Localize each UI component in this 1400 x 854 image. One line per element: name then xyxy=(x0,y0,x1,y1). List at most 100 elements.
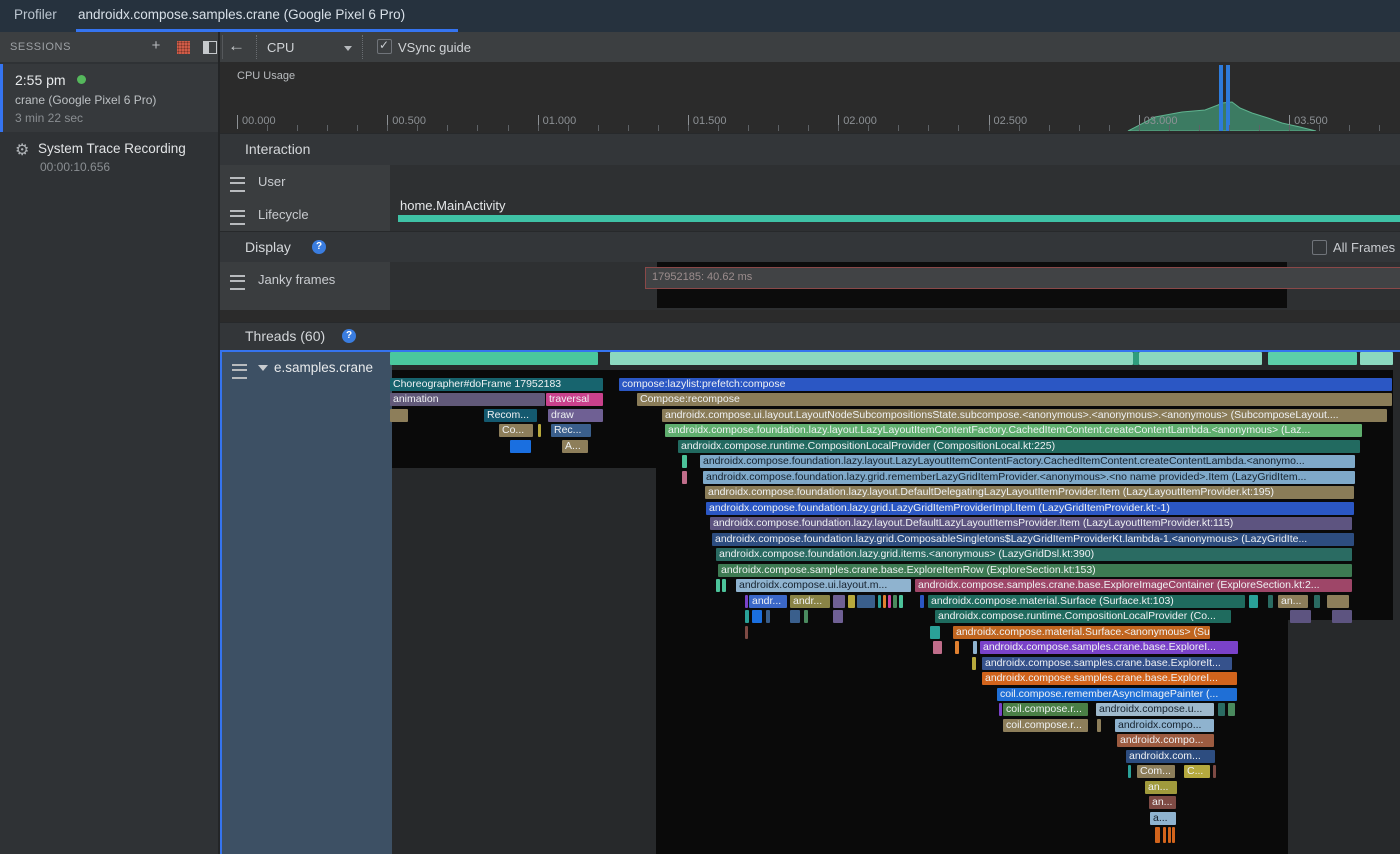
flame-bar-sliver[interactable] xyxy=(857,595,875,608)
flame-bar[interactable]: androidx.compose.runtime.CompositionLoca… xyxy=(935,610,1231,623)
flame-bar[interactable]: A... xyxy=(562,440,588,453)
flame-bar[interactable]: androidx.compose.foundation.lazy.grid.re… xyxy=(703,471,1355,484)
flame-bar[interactable]: traversal xyxy=(546,393,603,406)
flame-bar[interactable]: androidx.compose.foundation.lazy.layout.… xyxy=(705,486,1354,499)
flame-bar-sliver[interactable] xyxy=(390,352,598,365)
flame-bar[interactable]: androidx.compose.samples.crane.base.Expl… xyxy=(982,672,1237,685)
flame-bar[interactable]: coil.compose.rememberAsyncImagePainter (… xyxy=(997,688,1237,701)
flame-bar[interactable]: a... xyxy=(1150,812,1176,825)
flame-bar-sliver[interactable] xyxy=(933,641,942,654)
flame-bar[interactable]: androidx.compose.foundation.lazy.grid.Co… xyxy=(712,533,1354,546)
flame-bar-sliver[interactable] xyxy=(745,595,748,608)
all-frames-checkbox[interactable] xyxy=(1312,240,1327,255)
flame-bar-sliver[interactable] xyxy=(1314,595,1320,608)
flame-bar[interactable]: androidx.compose.foundation.lazy.layout.… xyxy=(710,517,1352,530)
flame-bar-sliver[interactable] xyxy=(893,595,897,608)
flame-bar-sliver[interactable] xyxy=(1268,352,1357,365)
drag-handle-icon[interactable] xyxy=(232,364,247,379)
flame-bar-sliver[interactable] xyxy=(930,626,940,639)
flame-bar-sliver[interactable] xyxy=(883,595,886,608)
flame-bar[interactable]: Choreographer#doFrame 17952183 xyxy=(390,378,603,391)
flame-bar-sliver[interactable] xyxy=(722,579,726,592)
flame-bar[interactable]: an... xyxy=(1149,796,1176,809)
flame-bar[interactable]: androidx.compose.samples.crane.base.Expl… xyxy=(718,564,1352,577)
back-arrow-icon[interactable]: ← xyxy=(228,36,245,56)
flame-bar-sliver[interactable] xyxy=(390,409,408,422)
flame-bar[interactable]: coil.compose.r... xyxy=(1003,703,1088,716)
flame-bar-sliver[interactable] xyxy=(920,595,924,608)
flame-bar-sliver[interactable] xyxy=(1268,595,1273,608)
flame-bar[interactable]: an... xyxy=(1145,781,1177,794)
collapse-thread-icon[interactable] xyxy=(258,365,268,371)
flame-bar-sliver[interactable] xyxy=(955,641,959,654)
selection-range-handle[interactable] xyxy=(1219,65,1223,131)
flame-bar-sliver[interactable] xyxy=(888,595,891,608)
flame-bar[interactable]: andr... xyxy=(749,595,787,608)
flame-bar-sliver[interactable] xyxy=(1327,595,1349,608)
tab-profiler[interactable]: Profiler xyxy=(0,0,71,29)
flame-bar[interactable]: androidx.compose.ui.layout.m... xyxy=(736,579,911,592)
flame-bar-sliver[interactable] xyxy=(1128,765,1131,778)
flame-bar-sliver[interactable] xyxy=(999,703,1002,716)
flame-bar-sliver[interactable] xyxy=(899,595,903,608)
flame-bar-sliver[interactable] xyxy=(972,657,976,670)
flame-bar[interactable]: Com... xyxy=(1137,765,1175,778)
flame-bar[interactable]: Rec... xyxy=(551,424,591,437)
flame-bar-sliver[interactable] xyxy=(848,595,855,608)
add-session-icon[interactable]: + xyxy=(147,37,165,55)
flame-bar-sliver[interactable] xyxy=(1155,827,1160,843)
flame-bar[interactable]: Co... xyxy=(499,424,533,437)
flame-bar[interactable]: androidx.compo... xyxy=(1117,734,1214,747)
flame-bar[interactable]: androidx.compose.material.Surface (Surfa… xyxy=(928,595,1245,608)
flame-bar[interactable]: androidx.compose.u... xyxy=(1096,703,1214,716)
flame-bar-sliver[interactable] xyxy=(1218,703,1225,716)
flame-bar[interactable]: androidx.compose.foundation.lazy.layout.… xyxy=(700,455,1355,468)
help-icon[interactable]: ? xyxy=(312,240,326,254)
flame-bar[interactable]: Recom... xyxy=(484,409,537,422)
flame-bar[interactable]: animation xyxy=(390,393,545,406)
flame-bar-sliver[interactable] xyxy=(538,424,541,437)
selection-range-handle[interactable] xyxy=(1226,65,1230,131)
flame-bar-sliver[interactable] xyxy=(833,595,845,608)
chevron-down-icon[interactable] xyxy=(344,46,352,51)
flame-bar-sliver[interactable] xyxy=(745,626,748,639)
session-artifact[interactable]: ⚙ System Trace Recording 00:00:10.656 xyxy=(0,134,218,180)
flame-bar-sliver[interactable] xyxy=(1228,703,1235,716)
flame-bar[interactable]: androidx.compose.samples.crane.base.Expl… xyxy=(980,641,1238,654)
flame-bar-sliver[interactable] xyxy=(1290,610,1311,623)
flame-bar-sliver[interactable] xyxy=(790,610,800,623)
flame-bar-sliver[interactable] xyxy=(1163,827,1166,843)
flame-bar[interactable]: androidx.compose.material.Surface.<anony… xyxy=(953,626,1210,639)
flame-bar[interactable]: androidx.compose.samples.crane.base.Expl… xyxy=(915,579,1352,592)
flame-bar[interactable]: androidx.compose.foundation.lazy.grid.it… xyxy=(716,548,1352,561)
flame-bar[interactable]: compose:lazylist:prefetch:compose xyxy=(619,378,1392,391)
thread-row-ename[interactable]: e.samples.crane xyxy=(220,352,392,854)
flame-bar-sliver[interactable] xyxy=(610,352,1133,365)
flame-bar-sliver[interactable] xyxy=(878,595,881,608)
flame-bar-sliver[interactable] xyxy=(1172,827,1175,843)
flame-bar-sliver[interactable] xyxy=(752,610,762,623)
flame-bar-sliver[interactable] xyxy=(1360,352,1393,365)
session-entry[interactable]: 2:55 pm crane (Google Pixel 6 Pro) 3 min… xyxy=(0,64,221,132)
flame-bar[interactable]: androidx.compose.foundation.lazy.layout.… xyxy=(665,424,1362,437)
flame-bar[interactable]: C... xyxy=(1184,765,1210,778)
flame-bar-sliver[interactable] xyxy=(973,641,977,654)
flame-bar[interactable]: Compose:recompose xyxy=(637,393,1392,406)
flame-bar[interactable]: androidx.compose.ui.layout.LayoutNodeSub… xyxy=(662,409,1387,422)
flame-bar[interactable]: androidx.compose.samples.crane.base.Expl… xyxy=(982,657,1232,670)
flame-bar-sliver[interactable] xyxy=(766,610,770,623)
flame-bar[interactable]: androidx.compose.runtime.CompositionLoca… xyxy=(678,440,1360,453)
stop-recording-icon[interactable] xyxy=(177,41,190,54)
flame-bar-sliver[interactable] xyxy=(716,579,720,592)
flame-bar-sliver[interactable] xyxy=(745,610,749,623)
janky-frame-bar[interactable]: 17952185: 40.62 ms xyxy=(645,267,1400,289)
flame-bar-sliver[interactable] xyxy=(682,471,687,484)
flame-bar-sliver[interactable] xyxy=(510,440,531,453)
flame-bar[interactable]: coil.compose.r... xyxy=(1003,719,1088,732)
flame-bar-sliver[interactable] xyxy=(682,455,687,468)
flame-bar[interactable]: draw xyxy=(548,409,603,422)
drag-handle-icon[interactable] xyxy=(230,177,245,192)
flame-bar[interactable]: an... xyxy=(1278,595,1308,608)
flame-bar-sliver[interactable] xyxy=(1168,827,1171,843)
vsync-guide-checkbox[interactable] xyxy=(377,39,392,54)
